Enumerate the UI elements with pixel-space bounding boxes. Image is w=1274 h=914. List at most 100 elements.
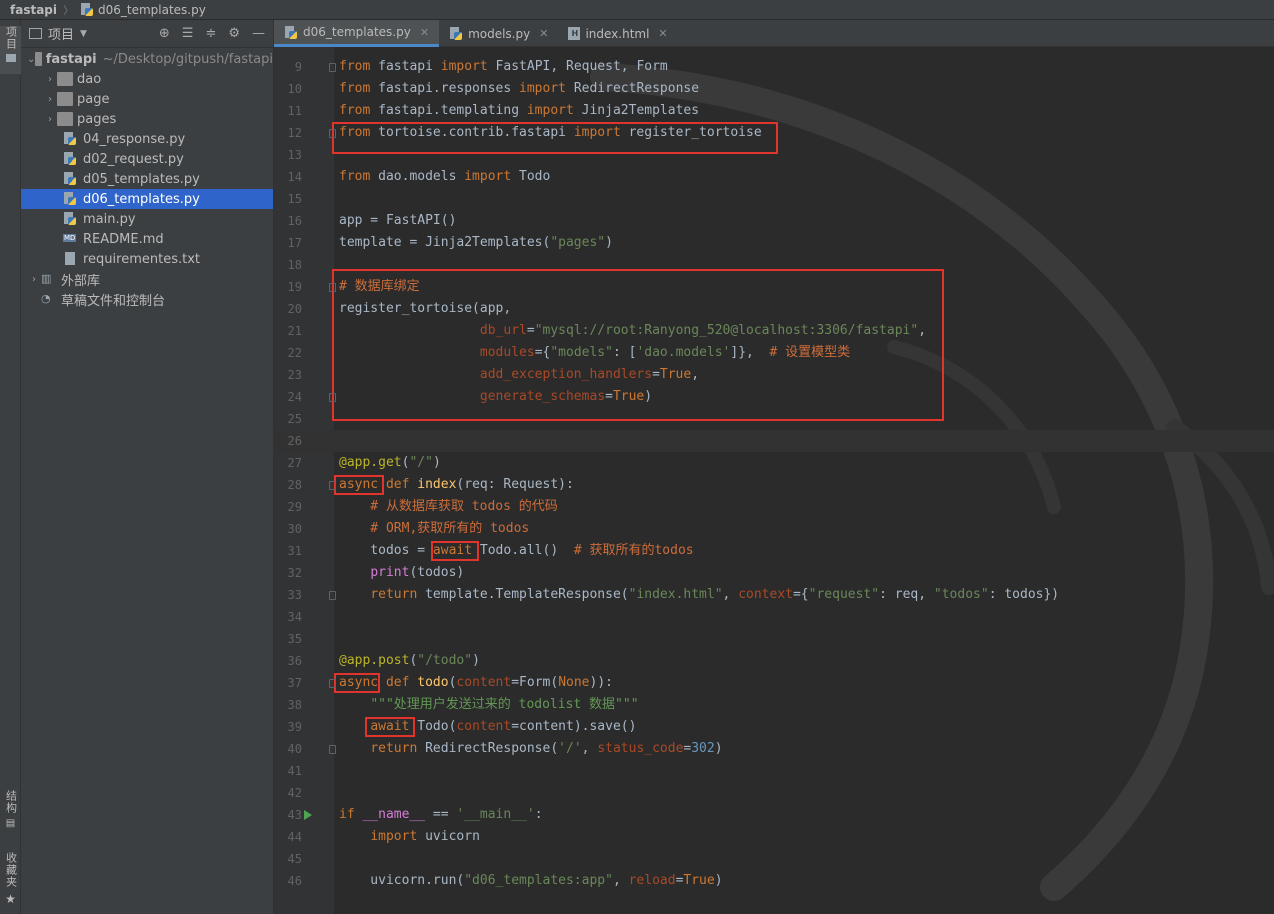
tab-d06-templates[interactable]: d06_templates.py ✕: [274, 20, 440, 47]
project-tree: ⌄ fastapi ~/Desktop/gitpush/fastapi › da…: [21, 48, 273, 309]
code-line[interactable]: 38 """处理用户发送过来的 todolist 数据""": [274, 694, 1274, 716]
collapse-all-icon[interactable]: ≑: [205, 26, 216, 41]
project-tool-tab-label: 项目: [4, 26, 18, 50]
code-line[interactable]: 39 await Todo(content=content).save(): [274, 716, 1274, 738]
close-icon[interactable]: ✕: [420, 26, 429, 39]
code-line[interactable]: 33 return template.TemplateResponse("ind…: [274, 584, 1274, 606]
tree-item-readme[interactable]: README.md: [21, 229, 273, 249]
code-line[interactable]: 46 uvicorn.run("d06_templates:app", relo…: [274, 870, 1274, 892]
fold-marker-icon[interactable]: [329, 745, 336, 754]
code-line[interactable]: 28 async def index(req: Request):: [274, 474, 1274, 496]
close-icon[interactable]: ✕: [658, 27, 667, 40]
code-line[interactable]: 10 from fastapi.responses import Redirect…: [274, 78, 1274, 100]
tree-item-04-response[interactable]: 04_response.py: [21, 129, 273, 149]
line-number: 18: [287, 258, 302, 272]
gear-icon[interactable]: ⚙: [228, 26, 240, 41]
fold-marker-icon[interactable]: [329, 591, 336, 600]
fold-marker-icon[interactable]: [329, 481, 336, 490]
code-line[interactable]: 29 # 从数据库获取 todos 的代码: [274, 496, 1274, 518]
line-number: 33: [287, 588, 302, 602]
code-line[interactable]: 36 @app.post("/todo"): [274, 650, 1274, 672]
tab-label: models.py: [468, 26, 531, 41]
python-file-icon: [63, 192, 79, 206]
tree-item-label: d05_templates.py: [83, 171, 200, 187]
code-line[interactable]: 45: [274, 848, 1274, 870]
code-editor[interactable]: 9 from fastapi import FastAPI, Request, F…: [274, 47, 1274, 914]
code-text: if __name__ == '__main__':: [339, 807, 543, 822]
tree-item-requirementes[interactable]: requirementes.txt: [21, 249, 273, 269]
minimize-icon[interactable]: —: [252, 26, 265, 41]
breadcrumb-root[interactable]: fastapi: [10, 3, 57, 17]
code-line[interactable]: 44 import uvicorn: [274, 826, 1274, 848]
code-line[interactable]: 32 print(todos): [274, 562, 1274, 584]
expand-all-icon[interactable]: ☰: [182, 26, 194, 41]
text-file-icon: [63, 252, 79, 266]
code-line[interactable]: 34: [274, 606, 1274, 628]
tree-item-scratches[interactable]: ◔ 草稿文件和控制台: [21, 289, 273, 309]
tree-item-d06-templates[interactable]: d06_templates.py: [21, 189, 273, 209]
tree-item-main[interactable]: main.py: [21, 209, 273, 229]
project-tool-tab[interactable]: 项目: [0, 26, 21, 74]
highlight-box-await-1: [431, 541, 479, 561]
line-number: 24: [287, 390, 302, 404]
project-panel-title[interactable]: 项目: [48, 24, 74, 43]
line-number: 21: [287, 324, 302, 338]
editor-tabs: d06_templates.py ✕ models.py ✕ index.htm…: [274, 20, 1274, 47]
line-number: 14: [287, 170, 302, 184]
code-line[interactable]: 16 app = FastAPI(): [274, 210, 1274, 232]
code-line[interactable]: 31 todos = await Todo.all() # 获取所有的todos: [274, 540, 1274, 562]
run-icon[interactable]: [304, 810, 312, 820]
fold-marker-icon[interactable]: [329, 129, 336, 138]
code-line[interactable]: 27 @app.get("/"): [274, 452, 1274, 474]
folder-icon: [5, 54, 16, 62]
code-line[interactable]: 41: [274, 760, 1274, 782]
tree-item-label: requirementes.txt: [83, 251, 201, 267]
tree-item-d05-templates[interactable]: d05_templates.py: [21, 169, 273, 189]
breadcrumb-file[interactable]: d06_templates.py: [80, 3, 206, 17]
code-line[interactable]: 40 return RedirectResponse('/', status_c…: [274, 738, 1274, 760]
tree-item-d02-request[interactable]: d02_request.py: [21, 149, 273, 169]
tree-item-label: 外部库: [61, 273, 101, 289]
markdown-file-icon: [63, 232, 79, 246]
fold-marker-icon[interactable]: [329, 63, 336, 72]
tree-item-dao[interactable]: › dao: [21, 69, 273, 89]
code-line[interactable]: 43 if __name__ == '__main__':: [274, 804, 1274, 826]
tree-item-page[interactable]: › page: [21, 89, 273, 109]
tree-item-fastapi[interactable]: ⌄ fastapi ~/Desktop/gitpush/fastapi: [21, 49, 273, 69]
code-line[interactable]: 17 template = Jinja2Templates("pages"): [274, 232, 1274, 254]
code-line[interactable]: 30 # ORM,获取所有的 todos: [274, 518, 1274, 540]
tree-item-external-libraries[interactable]: › ▥ 外部库: [21, 269, 273, 289]
code-line[interactable]: 9 from fastapi import FastAPI, Request, F…: [274, 56, 1274, 78]
html-file-icon: [568, 27, 581, 40]
highlight-box-import: [332, 122, 778, 154]
code-line[interactable]: 35: [274, 628, 1274, 650]
tab-models[interactable]: models.py ✕: [439, 20, 558, 47]
chevron-right-icon[interactable]: ›: [43, 94, 57, 105]
chevron-right-icon[interactable]: ›: [27, 274, 41, 285]
code-line[interactable]: 26: [274, 430, 1274, 452]
line-number: 37: [287, 676, 302, 690]
tab-index-html[interactable]: index.html ✕: [558, 20, 677, 47]
chevron-down-icon[interactable]: ⌄: [27, 54, 35, 65]
tree-item-pages[interactable]: › pages: [21, 109, 273, 129]
close-icon[interactable]: ✕: [539, 27, 548, 40]
code-line[interactable]: 14 from dao.models import Todo: [274, 166, 1274, 188]
fold-marker-icon[interactable]: [329, 679, 336, 688]
star-icon: ★: [5, 892, 16, 906]
fold-marker-icon[interactable]: [329, 283, 336, 292]
code-line[interactable]: 11 from fastapi.templating import Jinja2T…: [274, 100, 1274, 122]
line-number: 29: [287, 500, 302, 514]
code-line[interactable]: 42: [274, 782, 1274, 804]
breadcrumb-file-label: d06_templates.py: [98, 2, 206, 17]
code-text: @app.get("/"): [339, 455, 441, 470]
locate-icon[interactable]: ⊕: [159, 26, 170, 41]
structure-tool-tab[interactable]: 结构 ▤: [0, 790, 21, 840]
highlight-box-async-1: [334, 475, 384, 495]
chevron-right-icon[interactable]: ›: [43, 114, 57, 125]
fold-marker-icon[interactable]: [329, 393, 336, 402]
favorites-tool-tab[interactable]: 收藏夹 ★: [0, 852, 21, 914]
code-line[interactable]: 15: [274, 188, 1274, 210]
chevron-right-icon[interactable]: ›: [43, 74, 57, 85]
dropdown-arrow-icon[interactable]: ▼: [80, 29, 87, 39]
code-line[interactable]: 37 async def todo(content=Form(None)):: [274, 672, 1274, 694]
